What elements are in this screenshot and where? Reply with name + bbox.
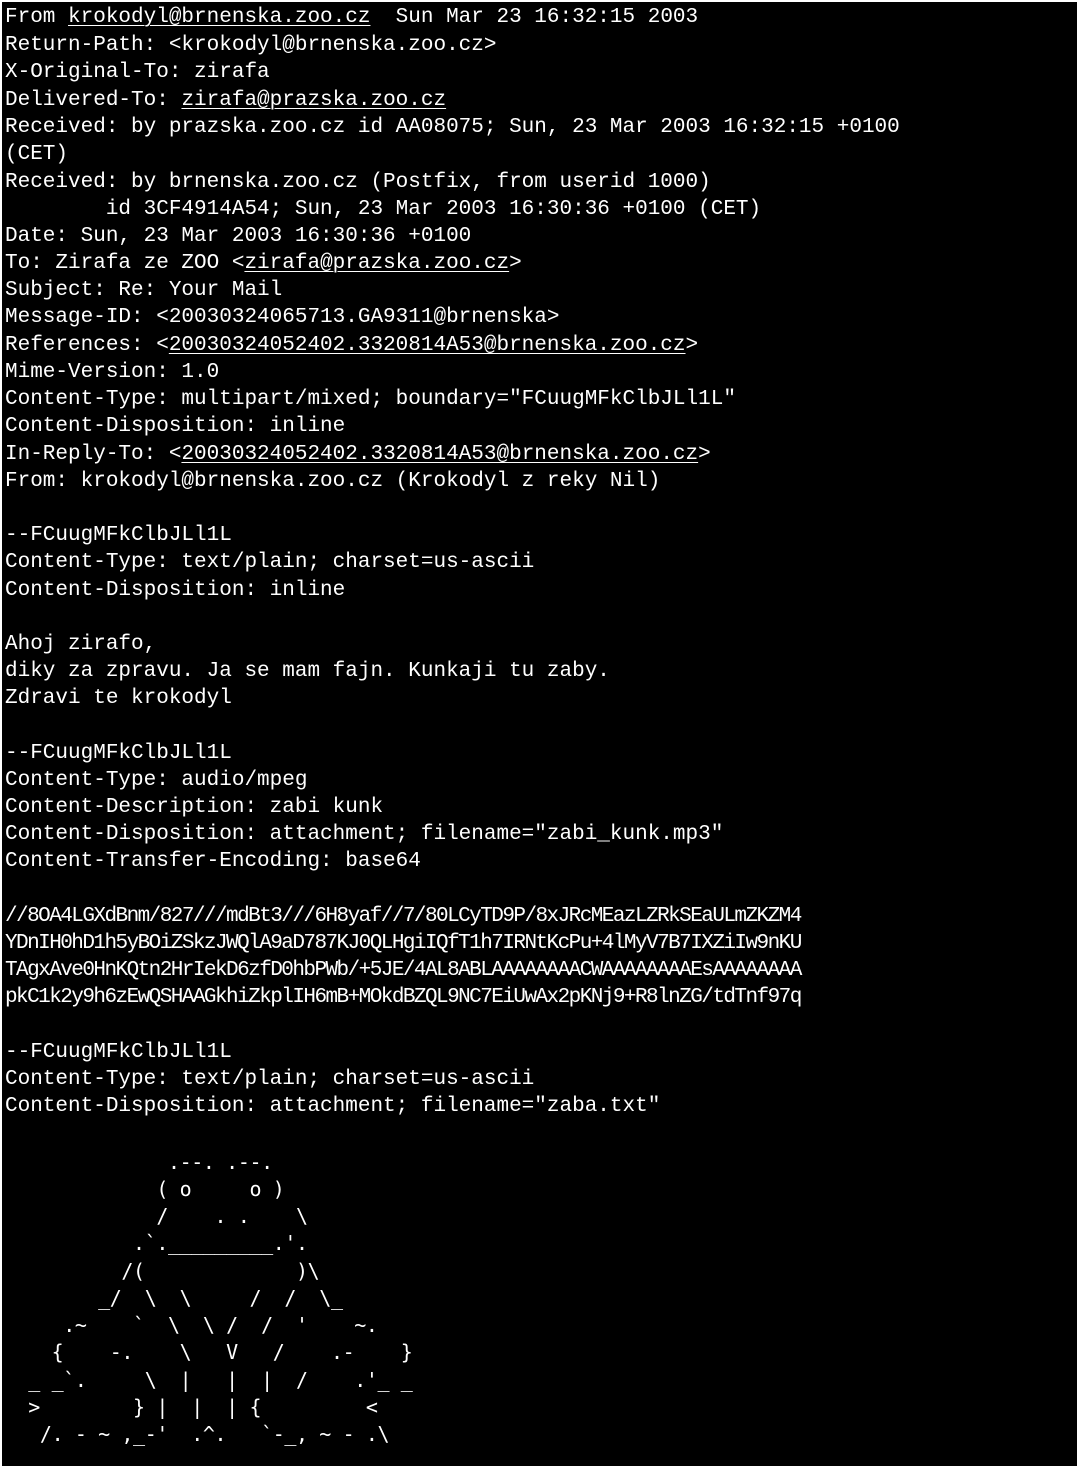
header-content-disposition: Content-Disposition: inline (5, 415, 346, 438)
ascii-art-line: .~ ` \ \ / / ' ~. (5, 1313, 378, 1337)
from-date: Sun Mar 23 16:32:15 2003 (370, 6, 699, 29)
ascii-art-line: > } | | | { < (5, 1395, 378, 1419)
terminal-window: From krokodyl@brnenska.zoo.cz Sun Mar 23… (2, 2, 1077, 1466)
part3-content-disposition: Content-Disposition: attachment; filenam… (5, 1095, 661, 1118)
in-reply-to-suffix: > (698, 443, 711, 466)
ascii-art-line: _ _`. \ | | | / .'_ _ (5, 1368, 413, 1392)
part2-content-description: Content-Description: zabi kunk (5, 796, 384, 819)
part1-content-type: Content-Type: text/plain; charset=us-asc… (5, 551, 535, 574)
header-mime-version: Mime-Version: 1.0 (5, 361, 220, 384)
header-received-1: Received: by prazska.zoo.cz id AA08075; … (5, 116, 900, 139)
base64-line: YDnIH0hD1h5yBOiZSkzJWQlA9aD787KJ0QLHgiIQ… (5, 932, 802, 955)
part1-content-disposition: Content-Disposition: inline (5, 579, 346, 602)
header-delivered-to: Delivered-To: zirafa@prazska.zoo.cz (5, 87, 446, 114)
delivered-to-address-link[interactable]: zirafa@prazska.zoo.cz (181, 89, 446, 112)
header-from-line: From krokodyl@brnenska.zoo.cz Sun Mar 23… (5, 4, 698, 31)
ascii-art-line: /. - ~ ,_-' .^. `-_, ~ - .\ (5, 1422, 390, 1446)
in-reply-to-label: In-Reply-To: < (5, 443, 182, 466)
body-line: Zdravi te krokodyl (5, 687, 232, 710)
ascii-art-line: .--. .--. (5, 1150, 273, 1174)
part3-content-type: Content-Type: text/plain; charset=us-asc… (5, 1068, 535, 1091)
header-references: References: <20030324052402.3320814A53@b… (5, 332, 698, 359)
base64-line: //8OA4LGXdBnm/827///mdBt3///6H8yaf//7/80… (5, 905, 802, 928)
in-reply-to-address-link[interactable]: 20030324052402.3320814A53@brnenska.zoo.c… (181, 443, 698, 466)
part1-boundary: --FCuugMFkClbJLl1L (5, 524, 232, 547)
base64-line: pkC1k2y9h6zEwQSHAAGkhiZkplIH6mB+MOkdBZQL… (5, 986, 802, 1009)
header-from-full: From: krokodyl@brnenska.zoo.cz (Krokodyl… (5, 470, 661, 493)
ascii-art-line: /( )\ (5, 1259, 320, 1283)
part2-boundary: --FCuugMFkClbJLl1L (5, 742, 232, 765)
from-address-link[interactable]: krokodyl@brnenska.zoo.cz (68, 6, 370, 29)
header-subject: Subject: Re: Your Mail (5, 279, 283, 302)
header-x-original-to: X-Original-To: zirafa (5, 61, 270, 84)
part2-content-transfer-encoding: Content-Transfer-Encoding: base64 (5, 850, 421, 873)
body-line: diky za zpravu. Ja se mam fajn. Kunkaji … (5, 660, 610, 683)
base64-line: TAgxAve0HnKQtn2HrIekD6zfD0hbPWb/+5JE/4AL… (5, 959, 802, 982)
ascii-art-line: ( o o ) (5, 1177, 285, 1201)
to-address-link[interactable]: zirafa@prazska.zoo.cz (244, 252, 509, 275)
header-received-1-cont: (CET) (5, 143, 69, 166)
references-suffix: > (685, 334, 699, 357)
references-label: References: < (5, 334, 169, 357)
header-received-2: Received: by brnenska.zoo.cz (Postfix, f… (5, 171, 711, 194)
ascii-art-line: / . . \ (5, 1204, 308, 1228)
header-date: Date: Sun, 23 Mar 2003 16:30:36 +0100 (5, 225, 472, 248)
body-line: Ahoj zirafo, (5, 633, 157, 656)
header-in-reply-to: In-Reply-To: <20030324052402.3320814A53@… (5, 441, 711, 468)
part2-content-type: Content-Type: audio/mpeg (5, 769, 308, 792)
ascii-art-line: _/ \ \ / / \_ (5, 1286, 343, 1310)
to-suffix: > (509, 252, 522, 275)
header-content-type: Content-Type: multipart/mixed; boundary=… (5, 388, 736, 411)
header-received-2-cont: id 3CF4914A54; Sun, 23 Mar 2003 16:30:36… (5, 198, 762, 221)
header-to: To: Zirafa ze ZOO <zirafa@prazska.zoo.cz… (5, 250, 522, 277)
ascii-art-line: .`._________.'. (5, 1231, 308, 1255)
header-message-id: Message-ID: <20030324065713.GA9311@brnen… (5, 306, 560, 329)
ascii-art-line: { -. \ V / .- } (5, 1340, 413, 1364)
references-address-link[interactable]: 20030324052402.3320814A53@brnenska.zoo.c… (169, 334, 686, 357)
part2-content-disposition: Content-Disposition: attachment; filenam… (5, 823, 724, 846)
to-label: To: Zirafa ze ZOO < (5, 252, 245, 275)
part3-boundary: --FCuugMFkClbJLl1L (5, 1041, 232, 1064)
from-prefix: From (5, 6, 69, 29)
delivered-to-label: Delivered-To: (5, 89, 182, 112)
header-return-path: Return-Path: <krokodyl@brnenska.zoo.cz> (5, 34, 497, 57)
